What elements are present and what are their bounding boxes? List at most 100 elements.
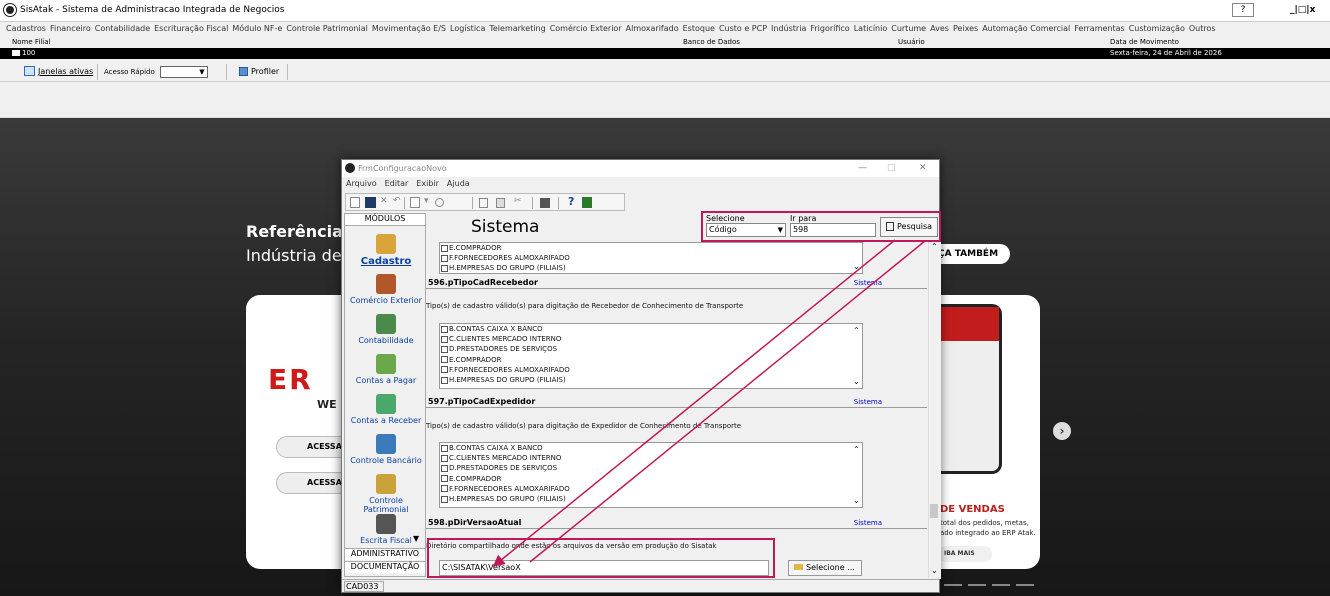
checkbox[interactable] (441, 264, 448, 272)
scroll-down-icon[interactable]: ⌄ (853, 262, 860, 272)
scroll-thumb[interactable] (930, 504, 938, 518)
selecione-button[interactable]: Selecione ... (788, 560, 862, 576)
copy-icon[interactable] (479, 198, 488, 208)
new-icon[interactable] (350, 197, 360, 208)
menu-item-6[interactable]: Movimentação E/S (372, 22, 446, 36)
list-item[interactable]: H.EMPRESAS DO GRUPO (FILIAIS) (441, 494, 862, 504)
checkbox[interactable] (441, 325, 448, 333)
scroll-up-icon[interactable]: ⌃ (853, 445, 860, 455)
dialog-menu-item-2[interactable]: Exibir (416, 179, 439, 191)
saiba-mais-button[interactable]: IBA MAIS (938, 546, 992, 562)
module-6[interactable]: Controle Patrimonial (347, 474, 425, 514)
cut-icon[interactable]: ✂ (514, 196, 522, 207)
janelas-ativas-button[interactable]: Janelas ativas (38, 67, 93, 77)
banner-acessa-1[interactable]: ACESSA (276, 436, 342, 458)
menu-item-20[interactable]: Ferramentas (1074, 22, 1124, 36)
menu-item-14[interactable]: Frigorífico (810, 22, 849, 36)
menu-item-4[interactable]: Módulo NF-e (232, 22, 282, 36)
scroll-down-icon[interactable]: ⌄ (931, 566, 938, 575)
window-controls[interactable]: _|□|x (1290, 3, 1328, 17)
module-1[interactable]: Comércio Exterior (347, 274, 425, 305)
menu-item-13[interactable]: Indústria (771, 22, 806, 36)
dialog-minimize-button[interactable]: — (858, 163, 867, 174)
menu-item-10[interactable]: Almoxarifado (626, 22, 679, 36)
save-icon[interactable] (365, 197, 376, 208)
checkbox[interactable] (441, 454, 448, 462)
menu-item-15[interactable]: Laticínio (854, 22, 888, 36)
menu-item-3[interactable]: Escrituração Fiscal (154, 22, 228, 36)
chevron-down-icon[interactable]: ▼ (197, 67, 207, 77)
dialog-menu-item-3[interactable]: Ajuda (447, 179, 470, 191)
menu-item-21[interactable]: Customização (1129, 22, 1185, 36)
scroll-up-icon[interactable]: ⌃ (853, 326, 860, 336)
list-item[interactable]: C.CLIENTES MERCADO INTERNO (441, 334, 862, 344)
content-scrollbar[interactable]: ⌃ ⌄ (928, 242, 939, 578)
list-item[interactable]: H.EMPRESAS DO GRUPO (FILIAIS) (441, 375, 862, 385)
tab-modulos[interactable]: MÓDULOS (345, 214, 425, 226)
scroll-up-icon[interactable]: ⌃ (931, 242, 938, 251)
module-2[interactable]: Contabilidade (347, 314, 425, 345)
menu-item-5[interactable]: Controle Patrimonial (286, 22, 368, 36)
help-button[interactable]: ? (1232, 3, 1254, 17)
menu-item-16[interactable]: Curtume (891, 22, 926, 36)
menu-item-12[interactable]: Custo e PCP (719, 22, 767, 36)
menu-item-9[interactable]: Comércio Exterior (550, 22, 622, 36)
list-596[interactable]: B.CONTAS CAIXA X BANCO C.CLIENTES MERCADO… (439, 323, 863, 389)
list-item[interactable]: E.COMPRADOR (441, 474, 862, 484)
module-5[interactable]: Controle Bancário (347, 434, 425, 465)
list-item[interactable]: F.FORNECEDORES ALMOXARIFADO (441, 253, 862, 263)
list-item[interactable]: F.FORNECEDORES ALMOXARIFADO (441, 365, 862, 375)
list-prev[interactable]: E.COMPRADOR F.FORNECEDORES ALMOXARIFADO H.… (439, 242, 863, 274)
checkbox[interactable] (441, 335, 448, 343)
list-item[interactable]: E.COMPRADOR (441, 243, 862, 253)
menu-item-18[interactable]: Peixes (953, 22, 978, 36)
print-icon[interactable]: ▾ (424, 196, 429, 207)
scroll-down-icon[interactable]: ⌄ (853, 377, 860, 387)
paste-icon[interactable] (496, 198, 505, 208)
checkbox[interactable] (441, 376, 448, 384)
list-item[interactable]: H.EMPRESAS DO GRUPO (FILIAIS) (441, 263, 862, 273)
checkbox[interactable] (441, 495, 448, 503)
module-4[interactable]: Contas a Receber (347, 394, 425, 425)
stop-icon[interactable] (540, 198, 550, 208)
tools-icon[interactable] (435, 198, 444, 207)
checkbox[interactable] (441, 244, 448, 252)
dialog-close-button[interactable]: ✕ (919, 163, 927, 174)
list-597[interactable]: B.CONTAS CAIXA X BANCO C.CLIENTES MERCADO… (439, 442, 863, 508)
list-item[interactable]: D.PRESTADORES DE SERVIÇOS (441, 344, 862, 354)
dialog-menu-item-0[interactable]: Arquivo (346, 179, 377, 191)
checkbox[interactable] (441, 345, 448, 353)
checkbox[interactable] (441, 356, 448, 364)
banner-acessa-2[interactable]: ACESSA (276, 472, 342, 494)
menu-item-8[interactable]: Telemarketing (489, 22, 545, 36)
menu-item-19[interactable]: Automação Comercial (982, 22, 1070, 36)
list-item[interactable]: D.PRESTADORES DE SERVIÇOS (441, 463, 862, 473)
menu-item-1[interactable]: Financeiro (50, 22, 91, 36)
checkbox[interactable] (441, 254, 448, 262)
exit-icon[interactable] (582, 197, 592, 208)
menu-item-7[interactable]: Logística (450, 22, 485, 36)
list-item[interactable]: C.CLIENTES MERCADO INTERNO (441, 453, 862, 463)
help-icon[interactable]: ? (568, 195, 574, 208)
module-0[interactable]: Cadastro (347, 234, 425, 267)
undo-icon[interactable]: ↶ (393, 196, 401, 207)
carousel-next-icon[interactable]: › (1053, 422, 1071, 440)
menu-item-22[interactable]: Outros (1189, 22, 1216, 36)
dialog-maximize-button[interactable]: □ (887, 163, 896, 174)
checkbox[interactable] (441, 444, 448, 452)
profiler-button[interactable]: Profiler (251, 67, 279, 77)
checkbox[interactable] (441, 464, 448, 472)
modules-scroll-down[interactable]: ▼ (413, 534, 419, 543)
module-3[interactable]: Contas a Pagar (347, 354, 425, 385)
menu-item-2[interactable]: Contabilidade (95, 22, 150, 36)
checkbox[interactable] (441, 366, 448, 374)
preview-icon[interactable] (410, 197, 420, 208)
tab-administrativo[interactable]: ADMINISTRATIVO (345, 548, 425, 560)
checkbox[interactable] (441, 475, 448, 483)
tab-documentacao[interactable]: DOCUMENTAÇÃO (345, 561, 425, 573)
menu-item-0[interactable]: Cadastros (6, 22, 46, 36)
list-item[interactable]: B.CONTAS CAIXA X BANCO (441, 443, 862, 453)
checkbox[interactable] (441, 485, 448, 493)
list-item[interactable]: B.CONTAS CAIXA X BANCO (441, 324, 862, 334)
scroll-down-icon[interactable]: ⌄ (853, 496, 860, 506)
